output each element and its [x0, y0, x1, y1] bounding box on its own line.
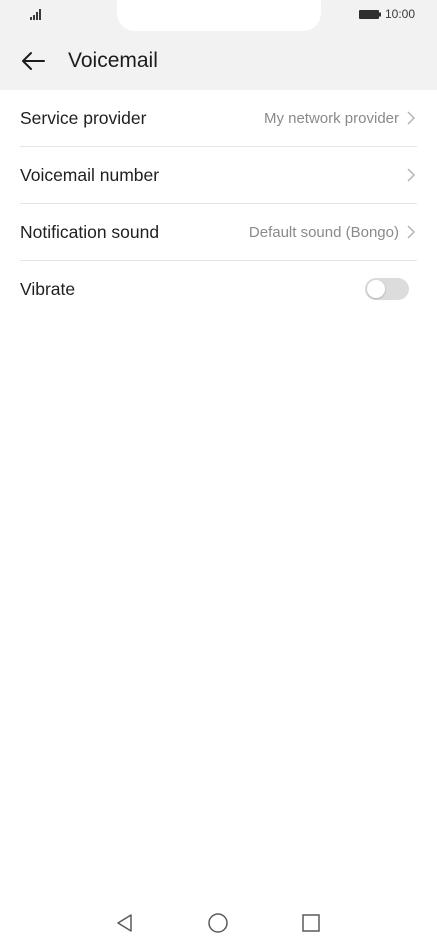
- arrow-left-icon: [22, 52, 45, 70]
- notification-sound-row[interactable]: Notification sound Default sound (Bongo): [20, 204, 417, 261]
- back-button[interactable]: [18, 46, 48, 76]
- voicemail-number-right: [405, 167, 417, 183]
- vibrate-row: Vibrate: [20, 261, 417, 317]
- settings-list: Service provider My network provider Voi…: [0, 90, 437, 317]
- notification-sound-value: Default sound (Bongo): [248, 223, 399, 241]
- chevron-right-icon: [407, 168, 416, 182]
- service-provider-value: My network provider: [263, 109, 399, 127]
- back-triangle-icon: [117, 914, 132, 932]
- nav-home-button[interactable]: [205, 910, 231, 936]
- chevron-right-icon: [407, 111, 416, 125]
- home-circle-icon: [208, 913, 228, 933]
- service-provider-right: My network provider: [264, 110, 417, 127]
- vibrate-toggle[interactable]: [365, 278, 409, 300]
- toggle-knob: [367, 280, 385, 298]
- vibrate-label: Vibrate: [20, 278, 76, 299]
- display-notch: [117, 0, 321, 31]
- signal-icon: [30, 9, 41, 20]
- voicemail-number-row[interactable]: Voicemail number: [20, 147, 417, 204]
- battery-icon: [358, 9, 381, 19]
- page-title: Voicemail: [68, 49, 158, 72]
- status-right: 10:00: [358, 7, 415, 21]
- top-bar: 10:00 Voicemail: [0, 0, 437, 90]
- nav-recents-button[interactable]: [298, 910, 324, 936]
- recents-square-icon: [302, 914, 320, 932]
- status-time: 10:00: [384, 7, 415, 21]
- nav-back-button[interactable]: [112, 910, 138, 936]
- screen: 10:00 Voicemail Service provider My netw…: [0, 0, 437, 948]
- notification-sound-label: Notification sound: [20, 221, 160, 242]
- navigation-bar: [0, 898, 437, 948]
- notification-sound-right: Default sound (Bongo): [249, 224, 417, 241]
- voicemail-number-label: Voicemail number: [20, 164, 160, 185]
- service-provider-row[interactable]: Service provider My network provider: [20, 90, 417, 147]
- service-provider-label: Service provider: [20, 107, 147, 128]
- chevron-right-icon: [407, 225, 416, 239]
